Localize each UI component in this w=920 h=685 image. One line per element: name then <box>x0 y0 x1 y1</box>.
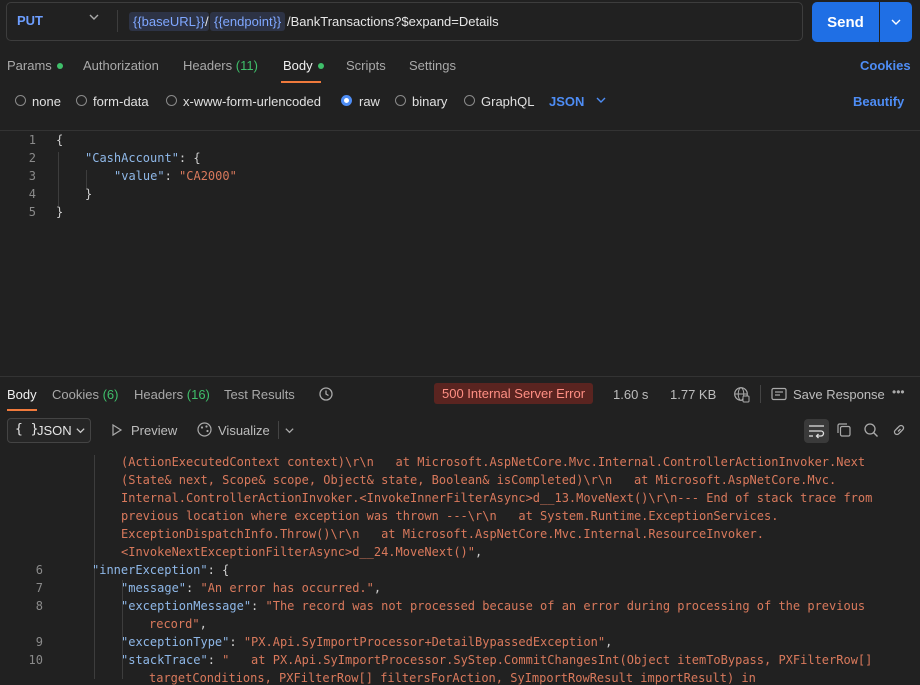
code-line[interactable]: } <box>56 205 63 219</box>
line-number: 3 <box>28 169 36 183</box>
line-number: 8 <box>35 599 43 613</box>
status-dot <box>56 62 63 69</box>
divider <box>117 10 118 32</box>
cookies-link[interactable]: Cookies <box>860 58 911 73</box>
response-line[interactable]: ExceptionDispatchInfo.Throw()\r\n at Mic… <box>121 527 764 541</box>
indent-guide <box>58 152 59 206</box>
globe-icon[interactable] <box>733 386 750 406</box>
radio-none[interactable] <box>15 95 26 106</box>
line-number: 2 <box>28 151 36 165</box>
tab-body[interactable]: Body <box>283 58 324 73</box>
line-number: 7 <box>35 581 43 595</box>
radio-binary[interactable] <box>395 95 406 106</box>
active-tab-indicator <box>281 81 321 83</box>
line-number: 1 <box>28 133 36 147</box>
save-response-button[interactable]: Save Response <box>793 387 885 402</box>
radio-form-data-label[interactable]: form-data <box>93 94 149 109</box>
status-dot <box>317 62 324 69</box>
radio-none-label[interactable]: none <box>32 94 61 109</box>
radio-graphql-label[interactable]: GraphQL <box>481 94 534 109</box>
pane-divider[interactable] <box>0 376 920 377</box>
chevron-down-icon[interactable] <box>595 94 607 109</box>
code-line[interactable]: { <box>56 133 63 147</box>
url-variable-base[interactable]: {{baseURL}} <box>129 12 209 31</box>
response-line[interactable]: (State& next, Scope& scope, Object& stat… <box>121 473 836 487</box>
send-options-button[interactable] <box>880 2 912 42</box>
send-button[interactable]: Send <box>812 2 879 42</box>
chevron-down-icon <box>891 19 901 25</box>
radio-urlencoded-label[interactable]: x-www-form-urlencoded <box>183 94 321 109</box>
copy-icon[interactable] <box>836 422 852 441</box>
indent-guide <box>86 170 87 188</box>
braces-icon: { } <box>15 422 39 437</box>
history-icon[interactable] <box>318 386 334 405</box>
radio-graphql[interactable] <box>464 95 475 106</box>
preview-button[interactable]: Preview <box>131 423 177 438</box>
beautify-button[interactable]: Beautify <box>853 94 904 109</box>
response-line[interactable]: record", <box>149 617 207 631</box>
status-badge[interactable]: 500 Internal Server Error <box>434 383 594 404</box>
code-line[interactable]: "value": "CA2000" <box>114 169 237 183</box>
tab-settings[interactable]: Settings <box>409 58 456 73</box>
method-select[interactable]: PUT <box>17 13 43 28</box>
tab-authorization[interactable]: Authorization <box>83 58 159 73</box>
response-tab-cookies[interactable]: Cookies (6) <box>52 387 118 402</box>
tab-headers[interactable]: Headers (11) <box>183 58 258 73</box>
radio-raw[interactable] <box>341 95 352 106</box>
active-tab-indicator <box>7 409 37 411</box>
line-number: 5 <box>28 205 36 219</box>
tab-scripts[interactable]: Scripts <box>346 58 386 73</box>
response-time[interactable]: 1.60 s <box>613 387 648 402</box>
line-number: 10 <box>28 653 43 667</box>
response-line[interactable]: targetConditions, PXFilterRow[] filtersF… <box>149 671 756 685</box>
link-icon[interactable] <box>891 422 907 441</box>
save-icon[interactable] <box>771 387 787 404</box>
response-line[interactable]: previous location where exception was th… <box>121 509 778 523</box>
code-line[interactable]: } <box>85 187 92 201</box>
url-separator: / <box>205 14 209 29</box>
response-line[interactable]: "message": "An error has occurred.", <box>121 581 381 595</box>
response-line[interactable]: Internal.ControllerActionInvoker.<Invoke… <box>121 491 872 505</box>
response-tab-body[interactable]: Body <box>7 387 37 402</box>
send-label: Send <box>827 13 864 31</box>
response-tab-headers[interactable]: Headers (16) <box>134 387 210 402</box>
response-line[interactable]: "stackTrace": " at PX.Api.SyImportProces… <box>121 653 872 667</box>
chevron-down-icon[interactable] <box>284 424 295 439</box>
response-line[interactable]: "innerException": { <box>92 563 229 577</box>
radio-urlencoded[interactable] <box>166 95 177 106</box>
play-icon[interactable] <box>111 423 123 440</box>
line-number: 9 <box>35 635 43 649</box>
response-tab-test-results[interactable]: Test Results <box>224 387 295 402</box>
radio-binary-label[interactable]: binary <box>412 94 447 109</box>
chevron-down-icon <box>75 424 86 439</box>
visualize-button[interactable]: Visualize <box>218 423 270 438</box>
radio-raw-label[interactable]: raw <box>359 94 380 109</box>
tab-params[interactable]: Params <box>7 58 63 73</box>
response-line[interactable]: (ActionExecutedContext context)\r\n at M… <box>121 455 865 469</box>
divider <box>760 385 761 403</box>
divider <box>278 421 279 439</box>
url-path-input[interactable]: /BankTransactions?$expand=Details <box>287 14 499 29</box>
wrap-lines-icon <box>808 423 825 442</box>
response-line[interactable]: "exceptionMessage": "The record was not … <box>121 599 865 613</box>
radio-form-data[interactable] <box>76 95 87 106</box>
chevron-down-icon[interactable] <box>88 11 100 26</box>
code-line[interactable]: "CashAccount": { <box>85 151 201 165</box>
line-number: 4 <box>28 187 36 201</box>
url-variable-endpoint[interactable]: {{endpoint}} <box>210 12 286 31</box>
headers-count: (11) <box>235 58 258 73</box>
more-options-icon[interactable]: ••• <box>892 385 905 399</box>
visualize-icon[interactable] <box>196 421 213 441</box>
divider <box>0 130 920 131</box>
response-size[interactable]: 1.77 KB <box>670 387 716 402</box>
response-line[interactable]: <InvokeNextExceptionFilterAsync>d__24.Mo… <box>121 545 482 559</box>
format-label: JSON <box>37 423 72 438</box>
search-icon[interactable] <box>863 422 879 441</box>
response-line[interactable]: "exceptionType": "PX.Api.SyImportProcess… <box>121 635 612 649</box>
body-language-select[interactable]: JSON <box>549 94 584 109</box>
line-number: 6 <box>35 563 43 577</box>
